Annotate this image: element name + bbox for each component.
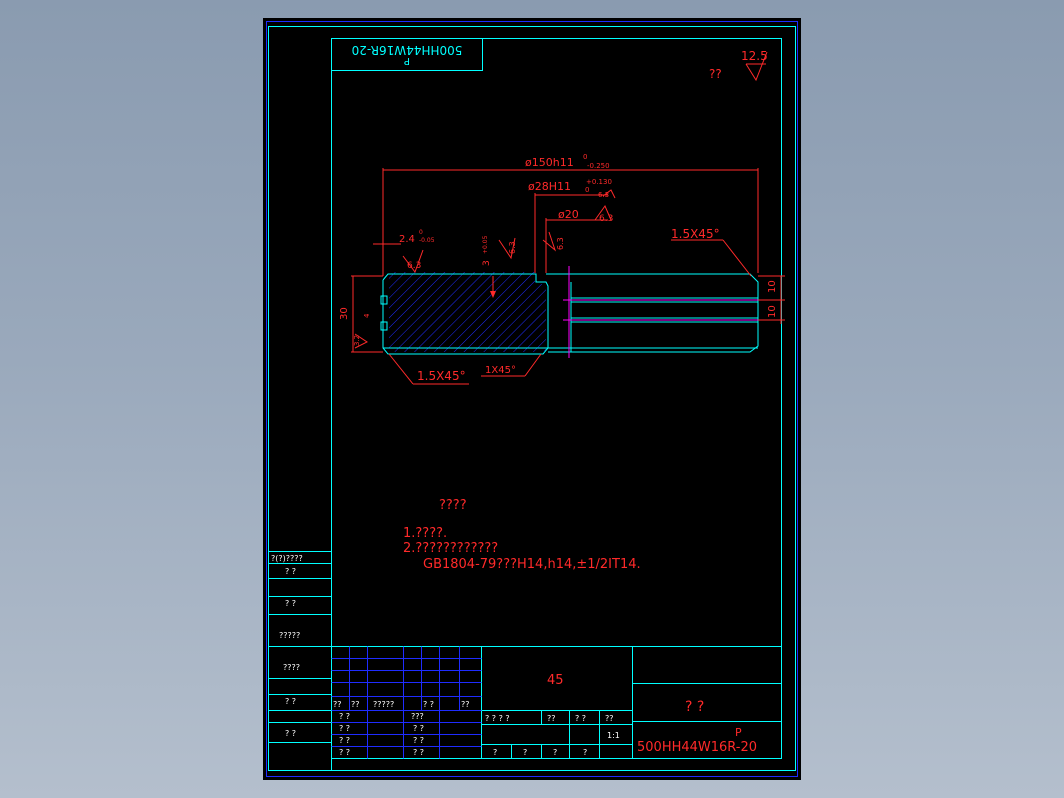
bottom-cell-2: ? (523, 748, 527, 757)
side-strip-label-5: ? ? (285, 697, 296, 706)
roughness-d: 6.3 (508, 241, 517, 254)
surface-finish-note: ?? 12.5 (709, 49, 768, 82)
left-label-1: ?? (333, 700, 342, 709)
recess-dia-dim: ø20 (558, 208, 579, 221)
small-dim: 4 (363, 313, 371, 318)
chamfer-dim-1: 1.5X45° (671, 227, 720, 241)
drawing-canvas: 500HH44W16R-20 P ?? 12.5 ø150h11 0 -0.25… (266, 21, 798, 777)
drawing-letter: P (735, 726, 742, 739)
roughness-f: 3.2 (353, 335, 361, 346)
header-cell-4: ?? (605, 714, 614, 723)
chamfer-dim-2: 1.5X45° (417, 369, 466, 383)
material-value: 45 (547, 673, 564, 688)
bore-dia-tol-upper: +0.130 (586, 178, 612, 186)
drawing-number: 500HH44W16R-20 (637, 740, 757, 755)
title-block: ?? ?? ????? ? ? ?? ? ? ? ? ? ? ? ? ??? ?… (331, 646, 782, 759)
left-row-4: ? ? (339, 748, 350, 757)
outer-border (266, 21, 798, 777)
mid-row-1: ??? (411, 712, 424, 721)
left-label-5: ?? (461, 700, 470, 709)
mid-row-3: ? ? (413, 736, 424, 745)
bottom-cell-1: ? (493, 748, 497, 757)
groove-depth-tol: +0.05 (482, 235, 489, 254)
notes-line-1: 1.????. (403, 526, 447, 541)
roughness-c: 6.3 (599, 214, 613, 224)
groove-tol-upper: 0 (419, 229, 423, 236)
section-outline-right (546, 273, 759, 353)
right-dim-2: 10 (767, 305, 778, 318)
side-strip: ?(?)???? ? ? ? ? ????? ???? ? ? ? ? (268, 551, 332, 771)
left-row-1: ? ? (339, 712, 350, 721)
mid-row-2: ? ? (413, 724, 424, 733)
groove-depth-dim: 3 (482, 260, 492, 266)
section-hatch (389, 272, 546, 352)
outer-dia-dim: ø150h11 (525, 156, 574, 169)
side-strip-label-6: ? ? (285, 729, 296, 738)
left-row-3: ? ? (339, 736, 350, 745)
mirrored-code: 500HH44W16R-20 (352, 43, 463, 57)
mirrored-code-box: 500HH44W16R-20 P (331, 38, 483, 71)
mirrored-letter: P (404, 55, 410, 66)
bottom-cell-3: ? (553, 748, 557, 757)
left-label-2: ?? (351, 700, 360, 709)
drawing-sheet: 500HH44W16R-20 P ?? 12.5 ø150h11 0 -0.25… (263, 18, 801, 780)
left-label-3: ????? (373, 700, 394, 709)
bottom-cell-4: ? (583, 748, 587, 757)
groove-tol-lower: -0.05 (419, 237, 435, 244)
roughness-b: 6.3 (598, 191, 609, 199)
technical-notes: ???? 1.????. 2.???????????? GB1804-79???… (403, 498, 641, 572)
side-strip-header: ?(?)???? (271, 554, 303, 563)
groove-width-dim: 2.4 (399, 234, 415, 245)
part-name: ? ? (685, 699, 704, 715)
notes-heading: ???? (439, 498, 467, 513)
bore-dia-dim: ø28H11 (528, 180, 571, 193)
header-cell-2: ?? (547, 714, 556, 723)
notes-line-3: GB1804-79???H14,h14,±1/2IT14. (423, 557, 641, 572)
side-strip-label-2: ? ? (285, 599, 296, 608)
outer-dia-tol-upper: 0 (583, 153, 587, 161)
scale-value: 1:1 (607, 731, 620, 740)
left-label-4: ? ? (423, 700, 434, 709)
bore-dia-tol-lower: 0 (585, 186, 589, 194)
left-row-2: ? ? (339, 724, 350, 733)
roughness-a: 6.3 (407, 261, 421, 271)
outer-dia-tol-lower: -0.250 (587, 162, 610, 170)
surface-note-label: ?? (709, 67, 722, 81)
right-dim-1: 10 (767, 280, 778, 293)
part-section (380, 266, 763, 358)
side-strip-label-4: ???? (283, 663, 300, 672)
header-cell-1: ? ? ? ? (485, 714, 510, 723)
side-strip-label-1: ? ? (285, 567, 296, 576)
mid-row-4: ? ? (413, 748, 424, 757)
roughness-e: 6.3 (556, 237, 565, 250)
chamfer-dim-3: 1X45° (485, 365, 516, 376)
notes-line-2: 2.???????????? (403, 541, 498, 556)
header-cell-3: ? ? (575, 714, 586, 723)
width-dim: 30 (339, 307, 350, 320)
side-strip-label-3: ????? (279, 631, 300, 640)
